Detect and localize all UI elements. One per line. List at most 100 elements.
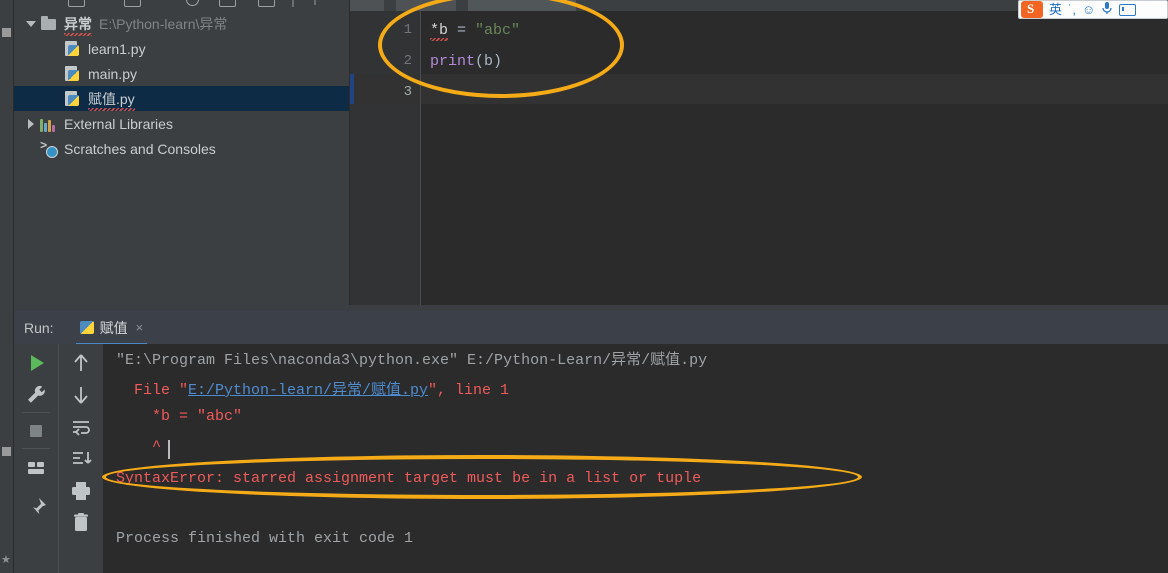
code-token-arg: b (484, 53, 494, 70)
project-toolbar (14, 0, 349, 11)
ide-window: S Structure Favorites ★ 异常 E:\Python-lear… (0, 0, 1168, 573)
collapse-all-icon[interactable] (68, 0, 85, 7)
gutter-separator (420, 11, 421, 305)
down-arrow-button[interactable] (67, 381, 95, 409)
tree-item-label: Scratches and Consoles (64, 140, 216, 157)
python-file-icon (64, 90, 82, 107)
python-file-icon (64, 40, 82, 57)
tree-item-path: E:\Python-learn\异常 (99, 15, 228, 32)
code-token-open-paren: ( (475, 53, 485, 70)
settings-wrench-button[interactable] (22, 381, 50, 409)
gutter-line-marker (350, 74, 354, 104)
pin-button[interactable] (22, 494, 50, 522)
toolbar-separator-1 (22, 412, 50, 413)
trash-button[interactable] (67, 509, 95, 537)
ime-toolbar[interactable]: 英 ˙, ☺ (1018, 0, 1168, 19)
tree-item-label: main.py (88, 65, 138, 82)
code-text-area[interactable]: *b = "abc" print(b) (420, 11, 1168, 305)
line-number-3: 3 (403, 84, 412, 100)
tree-arrow-placeholder (24, 142, 38, 156)
run-tab-name: 赋值 (99, 319, 128, 336)
code-editor: 1 2 3 *b = "abc" print(b) (350, 0, 1168, 305)
soft-wrap-button[interactable] (67, 413, 95, 441)
libraries-icon (40, 115, 58, 132)
tree-item-3[interactable]: 赋值.py (14, 86, 349, 111)
gear-icon[interactable] (314, 0, 316, 5)
line-number-1: 1 (403, 22, 412, 38)
console-line-code: *b = "abc" (116, 408, 243, 425)
star-icon[interactable]: ★ (1, 553, 11, 566)
stripe-structure-icon-2[interactable] (2, 447, 11, 456)
code-line-1[interactable]: *b = "abc" (430, 22, 520, 39)
code-token-star-var: *b (430, 22, 449, 39)
editor-tab-2[interactable] (396, 0, 456, 11)
editor-tab-1[interactable] (350, 0, 384, 11)
tree-arrow-placeholder (48, 92, 62, 106)
console-file-prefix: File " (116, 382, 189, 399)
tree-item-1[interactable]: learn1.py (14, 36, 349, 61)
ime-punctuation-icon[interactable]: ˙, (1068, 2, 1076, 17)
tree-item-2[interactable]: main.py (14, 61, 349, 86)
help-icon[interactable] (186, 0, 199, 6)
code-token-string: "abc" (475, 22, 521, 39)
python-icon (79, 320, 95, 335)
project-tree-panel: 异常 E:\Python-learn\异常 learn1.py main.py 赋值.p… (14, 0, 350, 305)
sogou-logo-icon[interactable] (1021, 1, 1043, 18)
tree-item-4[interactable]: External Libraries (14, 111, 349, 136)
panel-layout-icon[interactable] (219, 0, 236, 7)
tree-item-label: learn1.py (88, 40, 146, 57)
hide-panel-icon[interactable] (258, 0, 275, 7)
microphone-icon[interactable] (1101, 1, 1113, 18)
run-configuration-tab[interactable]: 赋值 × (75, 311, 148, 346)
toolbar-divider (292, 0, 294, 7)
run-tool-window: Run: 赋值 × "E:\Program Files\naconda3\pyt… (14, 305, 1168, 573)
toolbar-separator-2 (22, 448, 50, 449)
emoji-icon[interactable]: ☺ (1082, 2, 1095, 17)
run-toolbar-col-1 (14, 344, 58, 573)
console-output[interactable]: "E:\Program Files\naconda3\python.exe" E… (102, 344, 1168, 573)
run-label: Run: (24, 319, 54, 336)
project-file-list[interactable]: 异常 E:\Python-learn\异常 learn1.py main.py 赋值.p… (14, 11, 349, 161)
scratches-icon (40, 139, 58, 158)
console-line-command: "E:\Program Files\naconda3\python.exe" E… (116, 352, 708, 369)
console-file-link[interactable]: E:/Python-learn/异常/赋值.py (188, 382, 428, 399)
console-left-edge (102, 344, 103, 573)
console-line-exit: Process finished with exit code 1 (116, 530, 414, 547)
code-token-close-paren: ) (493, 53, 503, 70)
tree-item-label: 异常 (64, 15, 92, 36)
console-line-file: File "E:/Python-learn/异常/赋值.py", line 1 (116, 378, 509, 399)
code-line-2[interactable]: print(b) (430, 53, 502, 70)
folder-icon (40, 15, 58, 32)
run-window-header: Run: 赋值 × (14, 311, 1168, 346)
tree-arrow-placeholder (48, 67, 62, 81)
run-toolbar-col-2 (58, 344, 102, 573)
editor-current-line-highlight (421, 74, 1168, 104)
scroll-to-end-button[interactable] (67, 445, 95, 473)
layout-button[interactable] (22, 454, 50, 482)
rerun-button[interactable] (22, 349, 50, 377)
editor-gutter: 1 2 3 (350, 11, 420, 305)
ime-mode-label[interactable]: 英 (1049, 3, 1062, 16)
code-token-print-fn: print (430, 53, 476, 70)
print-button[interactable] (67, 477, 95, 505)
console-file-suffix: ", line 1 (428, 382, 510, 399)
text-caret (168, 440, 170, 459)
tree-item-0[interactable]: 异常 E:\Python-learn\异常 (14, 11, 349, 36)
run-toolbar (14, 344, 102, 573)
console-line-error: SyntaxError: starred assignment target m… (116, 470, 702, 487)
up-arrow-button[interactable] (67, 349, 95, 377)
console-line-caret: ^ (116, 438, 162, 455)
left-tool-stripe: S Structure Favorites ★ (0, 0, 14, 573)
select-opened-file-icon[interactable] (124, 0, 141, 7)
stop-button[interactable] (22, 417, 50, 445)
tree-item-label: External Libraries (64, 115, 173, 132)
editor-tab-active[interactable] (468, 0, 576, 11)
chevron-right-icon[interactable] (24, 117, 38, 131)
tree-item-label: 赋值.py (88, 90, 135, 111)
chevron-down-icon[interactable] (24, 17, 38, 31)
tree-arrow-placeholder (48, 42, 62, 56)
tree-item-5[interactable]: Scratches and Consoles (14, 136, 349, 161)
stripe-structure-icon[interactable] (2, 28, 11, 37)
keyboard-icon[interactable] (1119, 3, 1137, 16)
close-icon[interactable]: × (136, 320, 144, 335)
